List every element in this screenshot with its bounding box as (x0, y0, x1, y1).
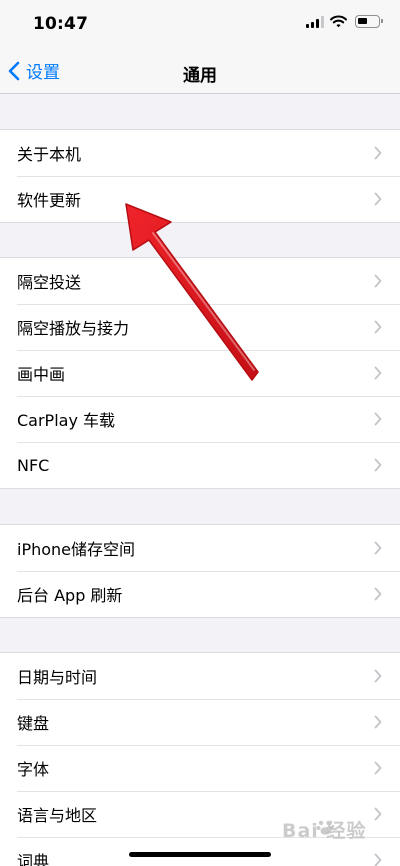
settings-group-connectivity: 隔空投送 隔空播放与接力 画中画 CarPlay 车载 NFC (0, 257, 400, 489)
chevron-right-icon (374, 192, 382, 206)
row-carplay[interactable]: CarPlay 车载 (0, 396, 400, 442)
wifi-icon (330, 15, 347, 28)
chevron-right-icon (374, 146, 382, 160)
row-picture-in-picture[interactable]: 画中画 (0, 350, 400, 396)
signal-icon (306, 15, 324, 28)
row-about[interactable]: 关于本机 (0, 130, 400, 176)
row-label: 字体 (17, 760, 50, 779)
row-date-time[interactable]: 日期与时间 (0, 653, 400, 699)
status-time: 10:47 (33, 14, 89, 34)
row-label: 隔空投送 (17, 273, 82, 292)
nav-bar: 设置 通用 (0, 48, 400, 94)
chevron-right-icon (374, 366, 382, 380)
settings-group-storage: iPhone储存空间 后台 App 刷新 (0, 524, 400, 618)
row-background-app-refresh[interactable]: 后台 App 刷新 (0, 571, 400, 617)
chevron-right-icon (374, 412, 382, 426)
row-label: 日期与时间 (17, 668, 98, 687)
paw-icon (316, 820, 334, 835)
chevron-right-icon (374, 320, 382, 334)
chevron-right-icon (374, 669, 382, 683)
page-title: 通用 (183, 66, 217, 86)
home-indicator (129, 852, 271, 857)
chevron-right-icon (374, 587, 382, 601)
row-label: 画中画 (17, 365, 66, 384)
chevron-right-icon (374, 853, 382, 866)
status-icons (306, 15, 383, 28)
status-bar: 10:47 (0, 0, 400, 48)
row-label: 隔空播放与接力 (17, 319, 130, 338)
row-label: 后台 App 刷新 (17, 586, 123, 605)
row-airplay-handoff[interactable]: 隔空播放与接力 (0, 304, 400, 350)
row-nfc[interactable]: NFC (0, 442, 400, 488)
row-label: 关于本机 (17, 145, 82, 164)
chevron-right-icon (374, 458, 382, 472)
row-airdrop[interactable]: 隔空投送 (0, 258, 400, 304)
row-software-update[interactable]: 软件更新 (0, 176, 400, 222)
row-fonts[interactable]: 字体 (0, 745, 400, 791)
row-label: iPhone储存空间 (17, 540, 136, 559)
settings-group-about: 关于本机 软件更新 (0, 129, 400, 223)
chevron-right-icon (374, 761, 382, 775)
row-label: 词典 (17, 852, 50, 866)
row-iphone-storage[interactable]: iPhone储存空间 (0, 525, 400, 571)
row-keyboard[interactable]: 键盘 (0, 699, 400, 745)
row-label: NFC (17, 455, 50, 475)
row-label: 语言与地区 (17, 806, 98, 825)
chevron-right-icon (374, 274, 382, 288)
battery-icon (355, 15, 383, 28)
chevron-right-icon (374, 715, 382, 729)
row-label: 软件更新 (17, 191, 82, 210)
row-label: 键盘 (17, 714, 50, 733)
chevron-right-icon (374, 541, 382, 555)
row-label: CarPlay 车载 (17, 411, 116, 430)
chevron-right-icon (374, 807, 382, 821)
